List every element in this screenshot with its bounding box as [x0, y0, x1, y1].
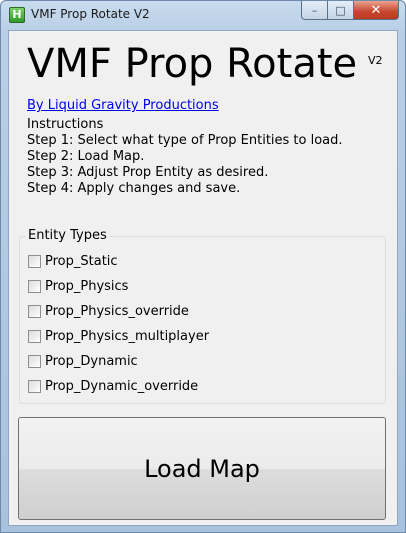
checkbox-prop-physics[interactable]: Prop_Physics — [28, 277, 128, 295]
checkbox-label: Prop_Physics — [45, 278, 129, 294]
entity-types-group: Entity Types Prop_Static Prop_Physics Pr… — [19, 228, 386, 404]
version-label: V2 — [368, 54, 383, 67]
maximize-button[interactable]: □ — [328, 1, 354, 20]
checkbox-prop-dynamic-override[interactable]: Prop_Dynamic_override — [28, 377, 198, 395]
app-title: VMF Prop Rotate — [27, 41, 358, 87]
instruction-step: Step 4: Apply changes and save. — [27, 181, 241, 196]
main-window: H VMF Prop Rotate V2 – □ ✕ VMF Prop Rota… — [0, 0, 406, 533]
title-bar[interactable]: H VMF Prop Rotate V2 – □ ✕ — [1, 1, 405, 29]
app-h-icon: H — [9, 7, 25, 23]
entity-types-legend: Entity Types — [26, 228, 109, 243]
checkbox-label: Prop_Static — [45, 253, 118, 269]
instruction-step: Step 1: Select what type of Prop Entitie… — [27, 133, 343, 148]
checkbox-label: Prop_Dynamic_override — [45, 378, 199, 394]
checkbox-label: Prop_Dynamic — [45, 353, 138, 369]
checkbox-prop-physics-override[interactable]: Prop_Physics_override — [28, 302, 189, 320]
checkbox-box[interactable] — [28, 354, 41, 368]
checkbox-box[interactable] — [28, 329, 41, 343]
instructions-heading: Instructions — [27, 117, 104, 132]
window-title: VMF Prop Rotate V2 — [31, 7, 150, 21]
checkbox-label: Prop_Physics_override — [45, 303, 189, 319]
checkbox-box[interactable] — [28, 279, 41, 293]
instruction-step: Step 3: Adjust Prop Entity as desired. — [27, 165, 269, 180]
author-link[interactable]: By Liquid Gravity Productions — [27, 98, 219, 113]
checkbox-box[interactable] — [28, 254, 41, 268]
minimize-button[interactable]: – — [301, 1, 328, 20]
checkbox-box[interactable] — [28, 304, 41, 318]
instruction-step: Step 2: Load Map. — [27, 149, 145, 164]
checkbox-prop-physics-multiplayer[interactable]: Prop_Physics_multiplayer — [28, 327, 209, 345]
caption-buttons: – □ ✕ — [301, 1, 399, 21]
close-button[interactable]: ✕ — [354, 1, 399, 20]
checkbox-prop-static[interactable]: Prop_Static — [28, 252, 118, 270]
client-area: VMF Prop Rotate V2 By Liquid Gravity Pro… — [8, 30, 398, 526]
checkbox-prop-dynamic[interactable]: Prop_Dynamic — [28, 352, 138, 370]
instructions: Instructions Step 1: Select what type of… — [27, 117, 343, 197]
load-map-button[interactable]: Load Map — [18, 417, 386, 520]
checkbox-label: Prop_Physics_multiplayer — [45, 328, 210, 344]
checkbox-box[interactable] — [28, 379, 41, 393]
